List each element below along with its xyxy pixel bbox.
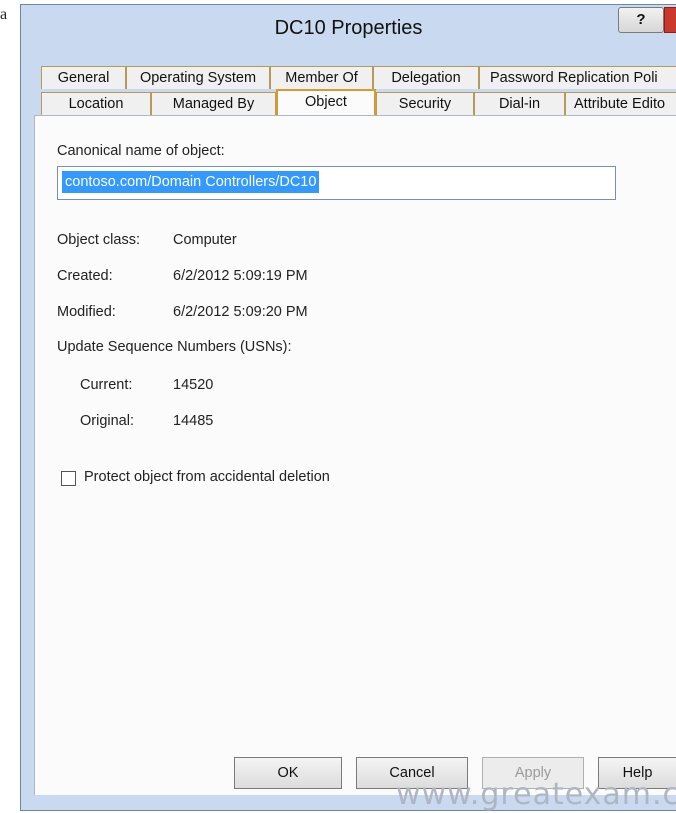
tab-object[interactable]: Object [276,89,376,115]
tab-operating-system[interactable]: Operating System [126,66,270,89]
tab-password-replication-policy[interactable]: Password Replication Poli [479,66,676,89]
created-value: 6/2/2012 5:09:19 PM [173,268,308,284]
modified-value: 6/2/2012 5:09:20 PM [173,304,308,320]
usn-current-label: Current: [80,377,133,393]
protect-deletion-checkbox[interactable] [61,471,76,486]
tab-location[interactable]: Location [41,92,151,115]
tab-managed-by[interactable]: Managed By [151,92,276,115]
object-tab-panel: Canonical name of object: contoso.com/Do… [34,115,676,795]
tab-attribute-editor[interactable]: Attribute Edito [565,92,676,115]
watermark-text: www.greatexam.c [396,777,676,812]
usn-original-value: 14485 [173,413,214,429]
object-class-label: Object class: [57,232,140,248]
object-class-value: Computer [173,232,237,248]
usn-current-value: 14520 [173,377,214,393]
title-bar: DC10 Properties ? [21,5,676,53]
corner-mark: a [0,6,8,23]
dialog-title: DC10 Properties [274,17,423,39]
usn-heading: Update Sequence Numbers (USNs): [57,339,292,355]
canonical-name-label: Canonical name of object: [57,143,225,159]
tab-member-of[interactable]: Member Of [270,66,373,89]
ok-button[interactable]: OK [234,757,342,789]
close-button[interactable] [664,7,676,33]
help-title-button[interactable]: ? [618,7,664,33]
canonical-name-field[interactable]: contoso.com/Domain Controllers/DC10 [57,166,616,200]
tab-delegation[interactable]: Delegation [373,66,479,89]
tab-dial-in[interactable]: Dial-in [474,92,565,115]
usn-original-label: Original: [80,413,134,429]
created-label: Created: [57,268,113,284]
protect-deletion-label[interactable]: Protect object from accidental deletion [84,469,330,485]
properties-dialog: DC10 Properties ? General Operating Syst… [20,4,676,812]
canonical-name-value: contoso.com/Domain Controllers/DC10 [62,171,320,193]
modified-label: Modified: [57,304,116,320]
tab-general[interactable]: General [41,66,126,89]
tab-security[interactable]: Security [376,92,474,115]
